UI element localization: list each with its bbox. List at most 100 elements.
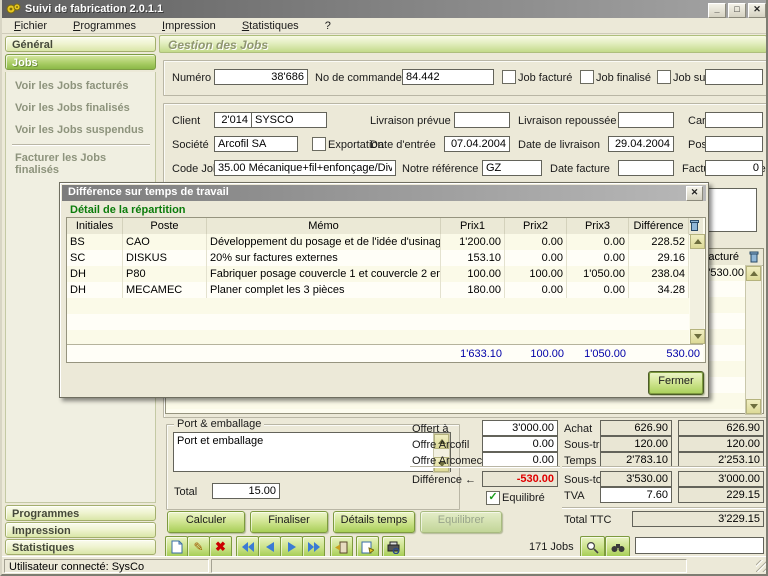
sidebar-header-impression[interactable]: Impression (5, 522, 156, 538)
job-id-extra-field[interactable] (705, 69, 763, 85)
numero-field[interactable] (214, 69, 308, 85)
job-lines-trash-icon[interactable] (748, 250, 760, 263)
last-record-button[interactable] (302, 536, 325, 558)
repartition-scrollbar[interactable] (690, 234, 704, 344)
carton-field[interactable] (705, 112, 763, 128)
next-record-button[interactable] (280, 536, 303, 558)
posage-field[interactable] (705, 136, 763, 152)
close-button[interactable]: ✕ (748, 3, 766, 18)
window-title: Suivi de fabrication 2.0.1.1 (25, 3, 163, 15)
commande-field[interactable] (402, 69, 494, 85)
livraison-prevue-field[interactable] (454, 112, 510, 128)
tva-amount-field (678, 487, 764, 503)
first-record-button[interactable] (236, 536, 259, 558)
fermer-button[interactable]: Fermer (648, 371, 704, 395)
client-name-field[interactable] (251, 112, 327, 128)
reference-label: Notre référence (402, 163, 478, 175)
table-row[interactable]: BS CAO Développement du posage et de l'i… (67, 234, 689, 250)
table-row[interactable]: SC DISKUS 20% sur factures externes 153.… (67, 250, 689, 266)
total-prix1: 1'633.10 (441, 345, 505, 361)
col-poste-header[interactable]: Poste (123, 218, 207, 234)
total-prix2: 100.00 (505, 345, 567, 361)
menu-fichier[interactable]: Fichier (14, 20, 47, 33)
minimize-button[interactable]: _ (708, 3, 726, 18)
calculer-button[interactable]: Calculer (167, 511, 245, 533)
cell-prix2: 0.00 (505, 234, 567, 250)
sidebar-header-general[interactable]: Général (5, 36, 156, 52)
cell-prix3: 0.00 (567, 250, 629, 266)
port-total-field[interactable] (212, 483, 280, 499)
print-preview-button[interactable] (382, 536, 405, 558)
report-page-icon (361, 541, 374, 554)
col-prix2-header[interactable]: Prix2 (505, 218, 567, 234)
menu-help[interactable]: ? (325, 20, 331, 33)
delete-record-button[interactable]: ✖ (209, 536, 232, 558)
difference-field (482, 471, 558, 487)
jobs-count-label: 171 Jobs (529, 541, 574, 553)
table-row[interactable]: DH MECAMEC Planer complet les 3 pièces 1… (67, 282, 689, 298)
cell-poste: MECAMEC (123, 282, 207, 298)
sidebar-item-jobs-suspendus[interactable]: Voir les Jobs suspendus (15, 124, 153, 140)
cell-difference: 228.52 (629, 234, 689, 250)
table-trash-icon[interactable] (689, 218, 703, 234)
cell-memo: 20% sur factures externes (207, 250, 441, 266)
sidebar-item-jobs-finalises[interactable]: Voir les Jobs finalisés (15, 102, 153, 118)
search-button[interactable] (605, 536, 630, 558)
col-initiales-header[interactable]: Initiales (67, 218, 123, 234)
cell-difference: 29.16 (629, 250, 689, 266)
magnifier-eraser-icon (586, 541, 599, 554)
reference-field[interactable] (482, 160, 542, 176)
date-entree-label: Date d'entrée (370, 139, 436, 151)
details-temps-button[interactable]: Détails temps (333, 511, 415, 533)
tva-rate-field[interactable] (600, 487, 672, 503)
offre-arcofil-field[interactable] (482, 436, 558, 452)
edit-record-button[interactable]: ✎ (187, 536, 210, 558)
job-finalise-checkbox[interactable] (580, 70, 594, 84)
status-user: Utilisateur connecté: SysCo (4, 559, 209, 573)
resize-grip[interactable] (756, 560, 768, 572)
achat-field-1 (600, 420, 672, 436)
livraison-prevue-label: Livraison prévue (370, 115, 451, 127)
exit-form-button[interactable] (330, 536, 353, 558)
livraison-repoussee-field[interactable] (618, 112, 674, 128)
col-prix3-header[interactable]: Prix3 (567, 218, 629, 234)
job-lines-scrollbar[interactable] (745, 265, 762, 415)
previous-record-button[interactable] (258, 536, 281, 558)
dialog-close-button[interactable]: ✕ (686, 186, 703, 201)
menu-impression[interactable]: Impression (162, 20, 216, 33)
job-suspendu-checkbox[interactable] (657, 70, 671, 84)
date-livraison-label: Date de livraison (518, 139, 600, 151)
equilibre-checkbox[interactable]: ✓ (486, 491, 500, 505)
new-record-button[interactable] (165, 536, 188, 558)
date-facture-field[interactable] (618, 160, 674, 176)
cell-prix3: 0.00 (567, 282, 629, 298)
report-button[interactable] (356, 536, 379, 558)
date-livraison-field[interactable] (608, 136, 674, 152)
date-entree-field[interactable] (444, 136, 510, 152)
sidebar-header-programmes[interactable]: Programmes (5, 505, 156, 521)
col-difference-header[interactable]: Différence (629, 218, 689, 234)
sidebar-item-jobs-factures[interactable]: Voir les Jobs facturés (15, 80, 153, 96)
client-code-field[interactable] (214, 112, 252, 128)
clear-filter-button[interactable] (580, 536, 605, 558)
next-arrow-icon (288, 542, 296, 552)
table-row[interactable]: DH P80 Fabriquer posage couvercle 1 et c… (67, 266, 689, 282)
offert-field[interactable] (482, 420, 558, 436)
finaliser-button[interactable]: Finaliser (250, 511, 328, 533)
job-facture-checkbox[interactable] (502, 70, 516, 84)
societe-field[interactable] (214, 136, 298, 152)
sidebar-header-statistiques[interactable]: Statistiques (5, 539, 156, 555)
exportation-checkbox[interactable] (312, 137, 326, 151)
col-memo-header[interactable]: Mémo (207, 218, 441, 234)
sidebar-item-facturer-jobs[interactable]: Facturer les Jobs finalisés (15, 152, 153, 168)
facture-associee-field[interactable] (705, 160, 763, 176)
menu-statistiques[interactable]: Statistiques (242, 20, 299, 33)
maximize-button[interactable]: □ (728, 3, 746, 18)
quick-search-input[interactable] (635, 537, 764, 554)
cell-prix3: 0.00 (567, 234, 629, 250)
achat-field-2 (678, 420, 764, 436)
menu-programmes[interactable]: Programmes (73, 20, 136, 33)
col-prix1-header[interactable]: Prix1 (441, 218, 505, 234)
codejob-field[interactable] (214, 160, 396, 176)
sidebar-header-jobs[interactable]: Jobs (5, 54, 156, 70)
